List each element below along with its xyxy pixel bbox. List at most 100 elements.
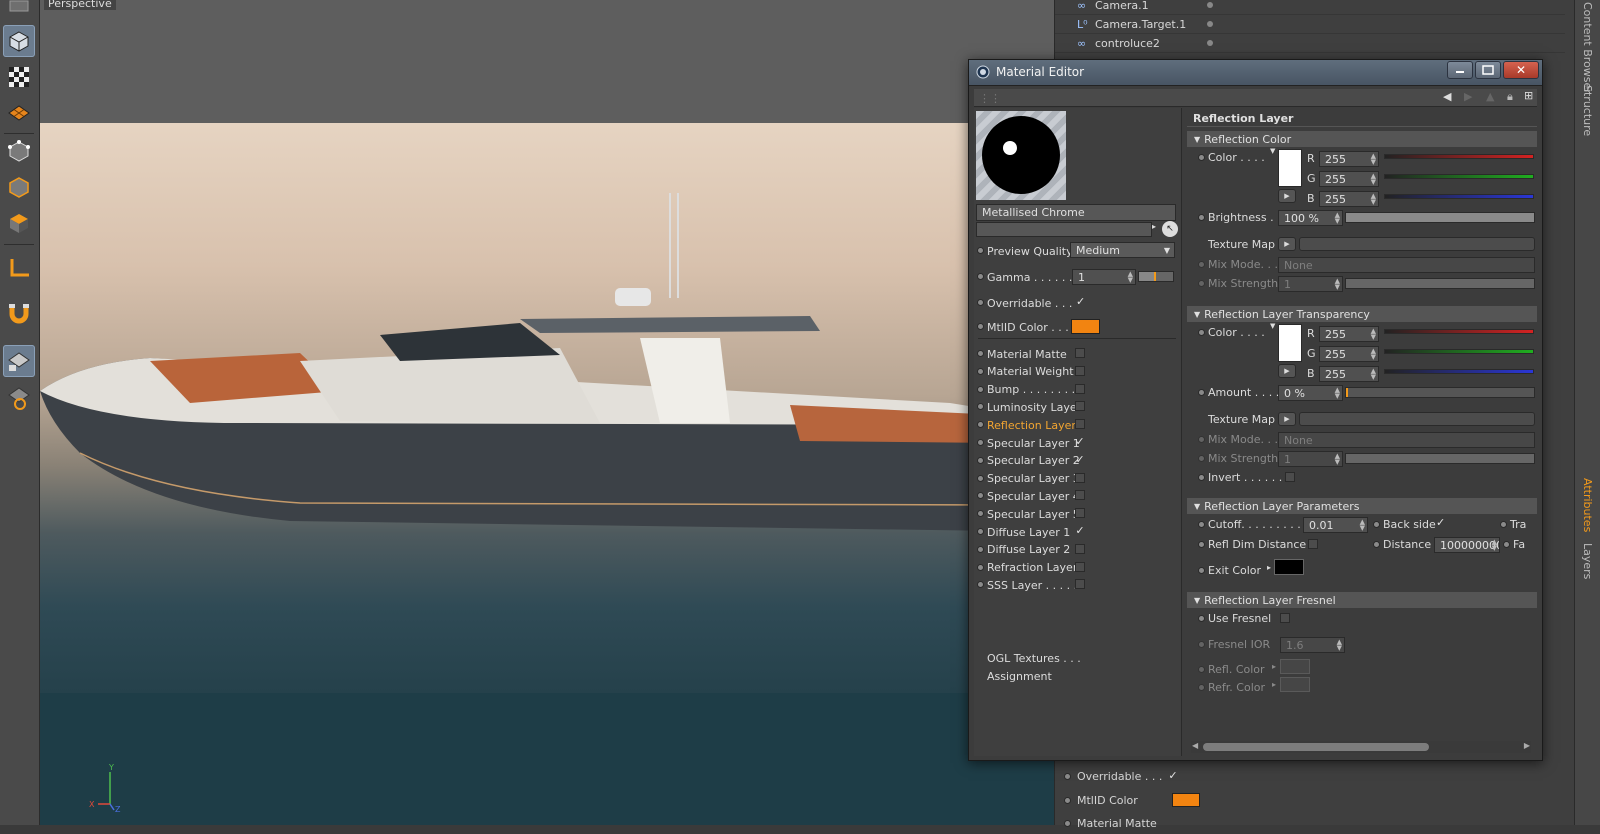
radio-icon[interactable] (1198, 261, 1205, 268)
radio-icon[interactable] (1198, 567, 1205, 574)
mix-strength-input[interactable]: 1 ▲ ▼ (1278, 451, 1343, 467)
mix-mode-select[interactable]: None (1278, 257, 1535, 273)
texture-map-arrow-icon[interactable]: ▶ (1278, 412, 1296, 426)
radio-icon[interactable] (1373, 541, 1380, 548)
checkmark-icon[interactable]: ✓ (1436, 517, 1445, 528)
collapse-triangle-icon[interactable]: ▼ (1194, 135, 1200, 144)
close-button[interactable]: ✕ (1503, 61, 1539, 79)
cutoff-input[interactable]: 0.01 ▲ ▼ (1303, 517, 1368, 533)
channel-row[interactable]: Bump . . . . . . . . . (974, 381, 1182, 399)
object-row[interactable]: ∞ controluce2 (1055, 34, 1565, 53)
minimize-button[interactable] (1447, 61, 1473, 79)
radio-icon[interactable] (977, 350, 984, 357)
workplane-icon[interactable] (3, 97, 35, 129)
r-slider[interactable] (1384, 329, 1534, 334)
channel-label[interactable]: Specular Layer 1 (987, 437, 1080, 450)
radio-icon[interactable] (977, 323, 984, 330)
radio-icon[interactable] (977, 299, 984, 306)
channel-row[interactable]: Diffuse Layer 1 ✓ (974, 523, 1182, 541)
material-name-field[interactable]: Metallised Chrome (976, 204, 1176, 221)
channel-checkbox[interactable]: ✓ (1075, 436, 1085, 447)
channel-checkbox[interactable] (1075, 383, 1085, 394)
channel-checkbox[interactable] (1075, 401, 1085, 412)
radio-icon[interactable] (977, 439, 984, 446)
expand-arrow-icon[interactable]: ▸ (1272, 662, 1276, 671)
model-mode-icon[interactable] (3, 25, 35, 57)
radio-icon[interactable] (977, 492, 984, 500)
radio-icon[interactable] (1198, 541, 1205, 548)
chevron-down-icon[interactable]: ▼ (1270, 147, 1275, 155)
radio-icon[interactable] (977, 273, 984, 280)
channel-label[interactable]: Refraction Layer (987, 561, 1077, 574)
collapse-triangle-icon[interactable]: ▼ (1194, 502, 1200, 511)
transparency-color-swatch[interactable] (1278, 324, 1302, 362)
radio-icon[interactable] (1198, 615, 1205, 622)
channel-row[interactable]: Specular Layer 3 (974, 470, 1182, 488)
radio-icon[interactable] (1064, 796, 1071, 804)
refr-color-swatch[interactable] (1280, 677, 1310, 692)
preview-quality-select[interactable]: Medium ▼ (1070, 242, 1175, 258)
channel-label[interactable]: Material Matte (987, 348, 1067, 361)
channel-checkbox[interactable] (1075, 490, 1085, 501)
channel-checkbox[interactable] (1075, 348, 1085, 358)
radio-icon[interactable] (977, 403, 984, 411)
distance-input[interactable]: 100000000 ▲ ▼ (1434, 537, 1500, 553)
visibility-dot-icon[interactable] (1207, 21, 1213, 27)
section-reflection-transparency[interactable]: ▼ Reflection Layer Transparency (1187, 306, 1537, 322)
exit-color-swatch[interactable] (1274, 559, 1304, 575)
channel-row[interactable]: Material Weight (974, 363, 1182, 381)
spinner-icon[interactable]: ▲ ▼ (1371, 173, 1376, 186)
spinner-icon[interactable]: ▲ ▼ (1335, 212, 1340, 225)
viewport-label[interactable]: Perspective (44, 0, 116, 10)
snap-magnet-icon[interactable] (3, 297, 35, 329)
spinner-icon[interactable]: ▲ ▼ (1492, 539, 1497, 552)
ogl-textures-row[interactable]: OGL Textures . . . (974, 649, 1182, 667)
refl-dim-checkbox[interactable] (1308, 539, 1318, 549)
expand-arrow-icon[interactable]: ▶ (1278, 189, 1296, 203)
forward-arrow-icon[interactable]: ▶ (1464, 90, 1472, 103)
mtlid-color-swatch[interactable] (1071, 319, 1100, 334)
collapse-triangle-icon[interactable]: ▼ (1194, 596, 1200, 605)
channel-checkbox[interactable] (1075, 579, 1085, 590)
texture-map-slot[interactable] (1299, 412, 1535, 426)
radio-icon[interactable] (977, 545, 984, 553)
spinner-icon[interactable]: ▲ ▼ (1371, 348, 1376, 361)
mtlid-color-swatch[interactable] (1171, 793, 1200, 807)
object-row[interactable]: ∞ Camera.1 (1055, 0, 1565, 15)
radio-icon[interactable] (1064, 819, 1071, 827)
spinner-icon[interactable]: ▲ ▼ (1371, 368, 1376, 381)
radio-icon[interactable] (977, 528, 984, 535)
radio-icon[interactable] (1198, 436, 1205, 443)
g-slider[interactable] (1384, 174, 1534, 179)
section-reflection-fresnel[interactable]: ▼ Reflection Layer Fresnel (1187, 592, 1537, 608)
radio-icon[interactable] (1064, 772, 1071, 780)
lock-icon[interactable]: 🔒︎ (1507, 90, 1513, 104)
gamma-slider[interactable] (1138, 271, 1174, 282)
texture-mode-icon[interactable] (3, 61, 35, 93)
radio-icon[interactable] (1198, 389, 1205, 396)
channel-label[interactable]: Diffuse Layer 1 (987, 526, 1070, 539)
picker-icon[interactable]: ↖ (1162, 221, 1178, 237)
channel-label[interactable]: Specular Layer 2 (987, 454, 1080, 467)
radio-icon[interactable] (1500, 521, 1507, 528)
visibility-dot-icon[interactable] (1207, 40, 1213, 46)
channel-checkbox[interactable] (1075, 561, 1085, 572)
channel-label[interactable]: Specular Layer 5 (987, 508, 1080, 521)
expand-arrow-icon[interactable]: ▸ (1272, 680, 1276, 689)
channel-label[interactable]: Specular Layer 3 (987, 472, 1080, 485)
maximize-button[interactable] (1475, 61, 1501, 79)
expand-arrow-icon[interactable]: ▸ (1152, 222, 1156, 231)
mix-strength-slider[interactable] (1345, 453, 1535, 464)
radio-icon[interactable] (1198, 154, 1205, 161)
tab-content-browser[interactable]: Content Browser (1581, 2, 1594, 94)
radio-icon[interactable] (977, 367, 984, 375)
spinner-icon[interactable]: ▲ ▼ (1335, 278, 1340, 291)
channel-row[interactable]: Refraction Layer (974, 559, 1182, 577)
channel-label[interactable]: SSS Layer . . . . . . (987, 579, 1084, 592)
radio-icon[interactable] (977, 581, 984, 589)
reflection-color-swatch[interactable] (1278, 149, 1302, 187)
channel-row[interactable]: Diffuse Layer 2 (974, 541, 1182, 559)
g-input[interactable]: 255 ▲ ▼ (1319, 171, 1379, 187)
brightness-slider[interactable] (1345, 212, 1535, 223)
assignment-row[interactable]: Assignment (974, 667, 1182, 685)
